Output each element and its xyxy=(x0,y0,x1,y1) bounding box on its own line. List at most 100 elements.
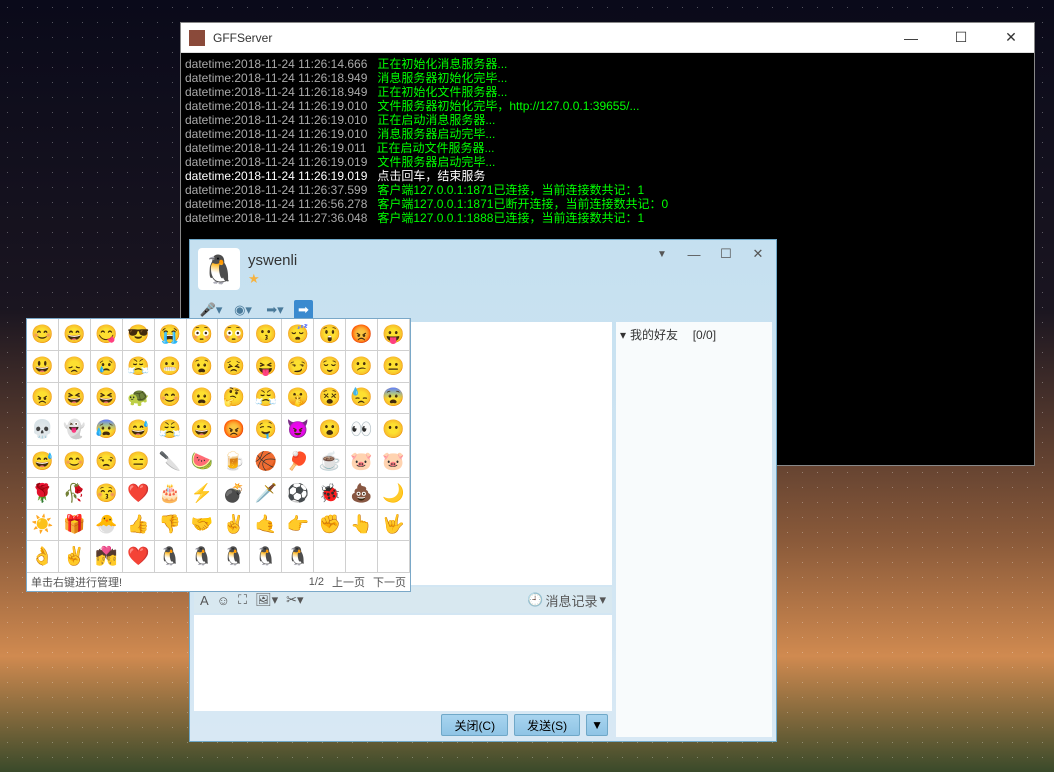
emoji-cell[interactable]: 😳 xyxy=(218,319,250,351)
history-button[interactable]: 🕘 消息记录 ▾ xyxy=(527,591,606,610)
emoji-cell[interactable]: 🍉 xyxy=(187,446,219,478)
emoji-cell[interactable]: 😲 xyxy=(314,319,346,351)
emoji-cell[interactable]: 🌹 xyxy=(27,478,59,510)
emoji-cell[interactable]: 👻 xyxy=(59,414,91,446)
emoji-cell[interactable]: 😭 xyxy=(155,319,187,351)
emoji-cell[interactable]: 😅 xyxy=(27,446,59,478)
next-page[interactable]: 下一页 xyxy=(373,574,406,590)
emoji-cell[interactable]: 😑 xyxy=(123,446,155,478)
emoji-cell[interactable]: 😠 xyxy=(27,383,59,415)
emoji-cell[interactable]: 😀 xyxy=(187,414,219,446)
emoji-cell[interactable]: ☀️ xyxy=(27,510,59,542)
emoji-cell[interactable]: 😳 xyxy=(187,319,219,351)
emoji-cell[interactable]: 👎 xyxy=(155,510,187,542)
emoji-cell[interactable]: 😊 xyxy=(59,446,91,478)
emoji-cell[interactable]: 😆 xyxy=(91,383,123,415)
emoji-cell[interactable]: 🎂 xyxy=(155,478,187,510)
emoji-cell[interactable]: 🎁 xyxy=(59,510,91,542)
emoji-cell[interactable]: 🥀 xyxy=(59,478,91,510)
message-input[interactable] xyxy=(194,615,612,711)
emoji-cell[interactable]: 😣 xyxy=(218,351,250,383)
emoji-cell[interactable]: 🤔 xyxy=(218,383,250,415)
image-button[interactable]: 🖼▾ xyxy=(255,592,278,608)
emoji-cell[interactable]: 🏓 xyxy=(282,446,314,478)
emoji-cell[interactable]: 😴 xyxy=(282,319,314,351)
emoji-cell[interactable]: 🐧 xyxy=(218,541,250,573)
emoji-cell[interactable]: 🐧 xyxy=(187,541,219,573)
emoji-cell[interactable]: 💀 xyxy=(27,414,59,446)
emoji-cell[interactable]: 🤟 xyxy=(378,510,410,542)
maximize-button[interactable]: ☐ xyxy=(946,28,976,48)
emoji-cell[interactable]: 🤝 xyxy=(187,510,219,542)
emoji-cell[interactable]: ✌️ xyxy=(218,510,250,542)
emoji-cell[interactable] xyxy=(346,541,378,573)
emoji-cell[interactable]: 👍 xyxy=(123,510,155,542)
emoji-cell[interactable]: 🤤 xyxy=(250,414,282,446)
emoji-cell[interactable]: 😡 xyxy=(346,319,378,351)
emoji-cell[interactable] xyxy=(378,541,410,573)
close-button[interactable]: ✕ xyxy=(744,244,772,264)
record-icon[interactable]: ◉▾ xyxy=(230,300,256,320)
emoji-cell[interactable]: 🐞 xyxy=(314,478,346,510)
emoji-cell[interactable]: 💏 xyxy=(91,541,123,573)
screen-share-icon[interactable]: ➡ xyxy=(294,300,313,320)
close-button[interactable]: ✕ xyxy=(996,28,1026,48)
emoji-cell[interactable]: 🏀 xyxy=(250,446,282,478)
emoji-cell[interactable]: 😞 xyxy=(59,351,91,383)
emoji-cell[interactable]: 😏 xyxy=(282,351,314,383)
emoji-cell[interactable]: 😋 xyxy=(91,319,123,351)
emoji-cell[interactable]: 😡 xyxy=(218,414,250,446)
emoji-cell[interactable]: 👆 xyxy=(346,510,378,542)
dropdown-button[interactable]: ▼ xyxy=(648,244,676,264)
emoji-cell[interactable]: 🗡️ xyxy=(250,478,282,510)
emoji-cell[interactable]: 👉 xyxy=(282,510,314,542)
emoji-cell[interactable]: 🐷 xyxy=(378,446,410,478)
emoji-cell[interactable]: 🍺 xyxy=(218,446,250,478)
emoji-cell[interactable]: 😛 xyxy=(378,319,410,351)
send-file-icon[interactable]: ➡▾ xyxy=(262,300,288,320)
emoji-cell[interactable]: 🐧 xyxy=(155,541,187,573)
emoji-cell[interactable]: 😓 xyxy=(346,383,378,415)
screenshot-button[interactable]: ⛶ xyxy=(238,592,247,608)
emoji-cell[interactable]: 😗 xyxy=(250,319,282,351)
font-button[interactable]: A xyxy=(200,593,209,608)
star-icon[interactable]: ★ xyxy=(248,271,260,287)
voice-icon[interactable]: 🎤▾ xyxy=(198,300,224,320)
emoji-cell[interactable]: 🤫 xyxy=(282,383,314,415)
emoji-cell[interactable]: ⚡ xyxy=(187,478,219,510)
friends-group-header[interactable]: ▾ 我的好友 [0/0] xyxy=(620,326,768,343)
emoji-cell[interactable]: 🌙 xyxy=(378,478,410,510)
minimize-button[interactable]: — xyxy=(680,244,708,264)
emoji-cell[interactable]: 😧 xyxy=(187,351,219,383)
emoji-cell[interactable]: 🤙 xyxy=(250,510,282,542)
emoji-cell[interactable]: 😐 xyxy=(378,351,410,383)
maximize-button[interactable]: ☐ xyxy=(712,244,740,264)
prev-page[interactable]: 上一页 xyxy=(332,574,365,590)
emoji-cell[interactable]: 😬 xyxy=(155,351,187,383)
emoji-cell[interactable]: 🐣 xyxy=(91,510,123,542)
minimize-button[interactable]: — xyxy=(896,28,926,48)
emoji-cell[interactable]: 😕 xyxy=(346,351,378,383)
emoji-cell[interactable]: ⚽ xyxy=(282,478,314,510)
emoji-cell[interactable]: 😈 xyxy=(282,414,314,446)
emoji-cell[interactable]: 😌 xyxy=(314,351,346,383)
emoji-cell[interactable]: 😒 xyxy=(91,446,123,478)
emoji-cell[interactable]: 🐧 xyxy=(250,541,282,573)
emoji-cell[interactable]: 😊 xyxy=(155,383,187,415)
emoji-cell[interactable]: 😦 xyxy=(187,383,219,415)
emoji-cell[interactable]: 😄 xyxy=(59,319,91,351)
emoji-cell[interactable]: 😚 xyxy=(91,478,123,510)
cut-button[interactable]: ✂▾ xyxy=(286,592,303,608)
emoji-cell[interactable]: 🐢 xyxy=(123,383,155,415)
send-button[interactable]: 发送(S) xyxy=(514,714,580,736)
emoji-cell[interactable]: 😝 xyxy=(250,351,282,383)
emoji-cell[interactable]: 🔪 xyxy=(155,446,187,478)
emoji-cell[interactable]: 👌 xyxy=(27,541,59,573)
emoji-cell[interactable]: 👀 xyxy=(346,414,378,446)
emoji-cell[interactable]: 😊 xyxy=(27,319,59,351)
emoji-cell[interactable]: 😤 xyxy=(123,351,155,383)
emoji-cell[interactable]: 😎 xyxy=(123,319,155,351)
emoji-cell[interactable]: ✊ xyxy=(314,510,346,542)
emoji-cell[interactable]: 😢 xyxy=(91,351,123,383)
emoji-cell[interactable]: 😤 xyxy=(250,383,282,415)
